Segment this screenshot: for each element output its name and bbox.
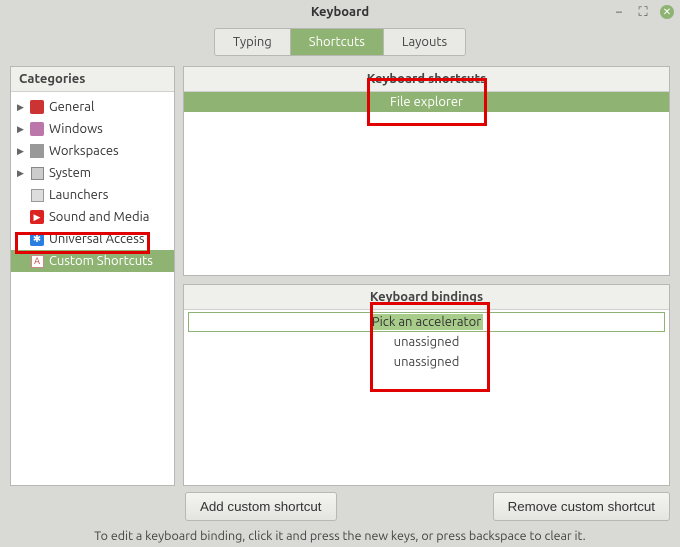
binding-row-unassigned[interactable]: unassigned [184, 352, 669, 372]
sidebar-item-label: System [49, 164, 91, 182]
chevron-right-icon: ▶ [17, 98, 25, 116]
sidebar-item-windows[interactable]: ▶ Windows [11, 118, 174, 140]
right-column: Keyboard shortcuts File explorer Keyboar… [183, 66, 670, 486]
launchers-icon [29, 187, 45, 203]
minimize-button[interactable]: − [612, 5, 626, 19]
system-icon [29, 165, 45, 181]
window-title: Keyboard [311, 5, 369, 19]
categories-panel: Categories ▶ General ▶ Windows ▶ Workspa… [10, 66, 175, 486]
sidebar-item-label: Windows [49, 120, 103, 138]
add-custom-shortcut-button[interactable]: Add custom shortcut [185, 492, 337, 521]
close-button[interactable]: ✕ [660, 5, 674, 19]
general-icon [29, 99, 45, 115]
universal-access-icon: ✱ [29, 231, 45, 247]
chevron-right-icon: ▶ [17, 120, 25, 138]
sidebar-item-universal-access[interactable]: ✱ Universal Access [11, 228, 174, 250]
tab-group: Typing Shortcuts Layouts [214, 28, 466, 56]
window-controls: − ⛶ ✕ [612, 5, 674, 19]
sidebar-item-label: Universal Access [49, 230, 144, 248]
hint-text: To edit a keyboard binding, click it and… [0, 525, 680, 547]
keyboard-bindings-panel: Keyboard bindings Pick an accelerator un… [183, 284, 670, 486]
sidebar-item-sound-and-media[interactable]: ▶ Sound and Media [11, 206, 174, 228]
binding-row-editing[interactable]: Pick an accelerator [188, 312, 665, 332]
maximize-button[interactable]: ⛶ [636, 5, 650, 19]
button-bar: Add custom shortcut Remove custom shortc… [0, 486, 680, 525]
content-area: Categories ▶ General ▶ Windows ▶ Workspa… [0, 66, 680, 486]
chevron-right-icon: ▶ [17, 164, 25, 182]
sidebar-item-label: Custom Shortcuts [49, 252, 153, 270]
tab-bar: Typing Shortcuts Layouts [0, 24, 680, 66]
sidebar-item-label: Sound and Media [49, 208, 149, 226]
binding-accelerator-prompt: Pick an accelerator [370, 314, 483, 330]
remove-custom-shortcut-button[interactable]: Remove custom shortcut [493, 492, 670, 521]
keyboard-bindings-header: Keyboard bindings [184, 285, 669, 310]
chevron-right-icon: ▶ [17, 142, 25, 160]
tab-typing[interactable]: Typing [215, 29, 291, 55]
sound-icon: ▶ [29, 209, 45, 225]
tab-layouts[interactable]: Layouts [384, 29, 465, 55]
sidebar-item-label: Launchers [49, 186, 108, 204]
sidebar-item-label: General [49, 98, 94, 116]
keyboard-shortcuts-header: Keyboard shortcuts [184, 67, 669, 92]
keyboard-shortcuts-panel: Keyboard shortcuts File explorer [183, 66, 670, 276]
shortcut-row-file-explorer[interactable]: File explorer [184, 92, 669, 112]
sidebar-item-system[interactable]: ▶ System [11, 162, 174, 184]
sidebar-item-general[interactable]: ▶ General [11, 96, 174, 118]
workspaces-icon [29, 143, 45, 159]
sidebar-item-launchers[interactable]: Launchers [11, 184, 174, 206]
categories-header: Categories [11, 67, 174, 92]
titlebar: Keyboard − ⛶ ✕ [0, 0, 680, 24]
sidebar-item-custom-shortcuts[interactable]: A Custom Shortcuts [11, 250, 174, 272]
sidebar-item-workspaces[interactable]: ▶ Workspaces [11, 140, 174, 162]
categories-tree: ▶ General ▶ Windows ▶ Workspaces ▶ Syste… [11, 92, 174, 485]
custom-shortcuts-icon: A [29, 253, 45, 269]
windows-icon [29, 121, 45, 137]
sidebar-item-label: Workspaces [49, 142, 119, 160]
binding-row-unassigned[interactable]: unassigned [184, 332, 669, 352]
tab-shortcuts[interactable]: Shortcuts [291, 29, 384, 55]
